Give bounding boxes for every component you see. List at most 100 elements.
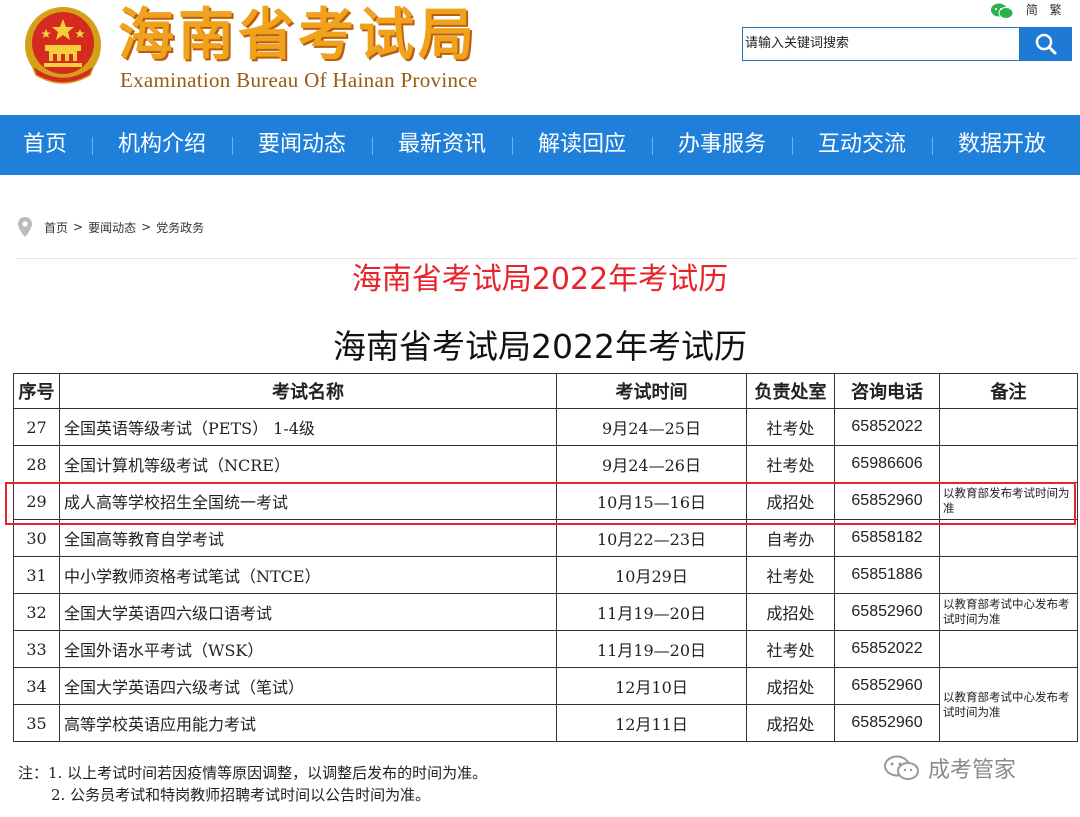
breadcrumb: 首页 > 要闻动态 > 党务政务 xyxy=(18,217,204,237)
document-title: 海南省考试局2022年考试历 xyxy=(333,327,747,366)
table-row: 28 全国计算机等级考试（NCRE） 9月24—26日 社考处 65986606 xyxy=(13,445,1078,483)
cell-office: 成招处 xyxy=(746,704,835,742)
wechat-icon[interactable] xyxy=(990,3,1014,19)
nav-divider xyxy=(792,137,793,155)
simplified-chinese-link[interactable]: 简 xyxy=(1026,3,1038,17)
nav-item-about[interactable]: 机构介绍 xyxy=(118,115,206,175)
cell-exam-time: 12月11日 xyxy=(556,704,747,742)
cell-note xyxy=(939,445,1078,483)
article-title: 海南省考试局2022年考试历 xyxy=(351,262,729,297)
nav-item-interpretation[interactable]: 解读回应 xyxy=(538,115,626,175)
site-title: 海南省考试局 xyxy=(118,2,478,68)
cell-phone: 65986606 xyxy=(834,445,940,483)
search-button[interactable] xyxy=(1020,27,1072,61)
nav-divider xyxy=(232,137,233,155)
nav-item-open-data[interactable]: 数据开放 xyxy=(958,115,1046,175)
cell-exam-time: 9月24—26日 xyxy=(556,445,747,483)
nav-item-news[interactable]: 要闻动态 xyxy=(258,115,346,175)
cell-phone: 65858182 xyxy=(834,519,940,557)
table-row: 35 高等学校英语应用能力考试 12月11日 成招处 65852960 xyxy=(13,704,1078,742)
cell-note xyxy=(939,630,1078,668)
cell-office: 社考处 xyxy=(746,445,835,483)
cell-exam-name: 中小学教师资格考试笔试（NTCE） xyxy=(59,556,557,594)
cell-no: 35 xyxy=(13,704,60,742)
table-row: 33 全国外语水平考试（WSK） 11月19—20日 社考处 65852022 xyxy=(13,630,1078,668)
cell-note xyxy=(939,519,1078,557)
site-header: 海南省考试局 Examination Bureau Of Hainan Prov… xyxy=(0,0,1080,115)
cell-office: 社考处 xyxy=(746,556,835,594)
cell-no: 32 xyxy=(13,593,60,631)
cell-exam-name: 全国英语等级考试（PETS） 1-4级 xyxy=(59,408,557,446)
location-pin-icon xyxy=(18,217,32,237)
footnote-2: 2. 公务员考试和特岗教师招聘考试时间以公告时间为准。 xyxy=(51,786,431,804)
breadcrumb-separator: > xyxy=(141,220,152,234)
nav-item-home[interactable]: 首页 xyxy=(23,115,67,175)
cell-office: 成招处 xyxy=(746,667,835,705)
table-row: 27 全国英语等级考试（PETS） 1-4级 9月24—25日 社考处 6585… xyxy=(13,408,1078,446)
table-row: 32 全国大学英语四六级口语考试 11月19—20日 成招处 65852960 … xyxy=(13,593,1078,631)
table-row: 31 中小学教师资格考试笔试（NTCE） 10月29日 社考处 65851886 xyxy=(13,556,1078,594)
nav-divider xyxy=(372,137,373,155)
cell-note: 以教育部考试中心发布考试时间为准 xyxy=(939,667,1078,742)
cell-office: 社考处 xyxy=(746,630,835,668)
breadcrumb-separator: > xyxy=(73,220,84,234)
cell-phone: 65851886 xyxy=(834,556,940,594)
cell-phone: 65852022 xyxy=(834,408,940,446)
breadcrumb-news[interactable]: 要闻动态 xyxy=(88,219,136,236)
traditional-chinese-link[interactable]: 繁 xyxy=(1050,3,1062,17)
cell-office: 社考处 xyxy=(746,408,835,446)
cell-phone: 65852960 xyxy=(834,593,940,631)
cell-note xyxy=(939,408,1078,446)
nav-divider xyxy=(652,137,653,155)
cell-phone: 65852022 xyxy=(834,630,940,668)
footnote-1: 注：1. 以上考试时间若因疫情等原因调整，以调整后发布的时间为准。 xyxy=(18,764,488,782)
search-input[interactable]: 请输入关键词搜索 xyxy=(742,27,1020,61)
header-phone: 咨询电话 xyxy=(834,373,940,409)
cell-no: 27 xyxy=(13,408,60,446)
cell-office: 成招处 xyxy=(746,593,835,631)
header-no: 序号 xyxy=(13,373,60,409)
header-note: 备注 xyxy=(939,373,1078,409)
header-exam-time: 考试时间 xyxy=(556,373,747,409)
watermark: 成考管家 xyxy=(882,752,1016,784)
language-switch: 简 繁 xyxy=(990,1,1062,19)
cell-exam-time: 11月19—20日 xyxy=(556,630,747,668)
breadcrumb-current[interactable]: 党务政务 xyxy=(156,219,204,236)
cell-no: 31 xyxy=(13,556,60,594)
cell-office: 自考办 xyxy=(746,519,835,557)
cell-exam-time: 11月19—20日 xyxy=(556,593,747,631)
watermark-text: 成考管家 xyxy=(928,758,1017,783)
nav-item-interaction[interactable]: 互动交流 xyxy=(818,115,906,175)
cell-note: 以教育部考试中心发布考试时间为准 xyxy=(939,593,1078,631)
main-nav: 首页 机构介绍 要闻动态 最新资讯 解读回应 办事服务 互动交流 数据开放 xyxy=(0,115,1080,175)
site-subtitle: Examination Bureau Of Hainan Province xyxy=(120,68,478,92)
cell-phone: 65852960 xyxy=(834,704,940,742)
divider-line xyxy=(16,258,1078,259)
nav-divider xyxy=(92,137,93,155)
cell-exam-name: 全国外语水平考试（WSK） xyxy=(59,630,557,668)
cell-exam-time: 9月24—25日 xyxy=(556,408,747,446)
cell-no: 28 xyxy=(13,445,60,483)
national-emblem-icon xyxy=(25,7,101,84)
nav-item-latest[interactable]: 最新资讯 xyxy=(398,115,486,175)
cell-no: 30 xyxy=(13,519,60,557)
highlight-box xyxy=(5,482,1076,525)
cell-exam-name: 全国大学英语四六级考试（笔试） xyxy=(59,667,557,705)
wechat-outline-icon xyxy=(884,755,919,780)
exam-schedule-table: 序号 考试名称 考试时间 负责处室 咨询电话 备注 27 全国英语等级考试（PE… xyxy=(13,373,1078,742)
footnotes: 注：1. 以上考试时间若因疫情等原因调整，以调整后发布的时间为准。 2. 公务员… xyxy=(18,762,487,806)
header-exam-name: 考试名称 xyxy=(59,373,557,409)
cell-exam-time: 12月10日 xyxy=(556,667,747,705)
cell-no: 34 xyxy=(13,667,60,705)
search-icon xyxy=(1035,33,1057,55)
table-header-row: 序号 考试名称 考试时间 负责处室 咨询电话 备注 xyxy=(13,373,1078,409)
cell-exam-name: 全国高等教育自学考试 xyxy=(59,519,557,557)
table-row: 34 全国大学英语四六级考试（笔试） 12月10日 成招处 65852960 以… xyxy=(13,667,1078,742)
cell-exam-time: 10月29日 xyxy=(556,556,747,594)
cell-phone: 65852960 xyxy=(834,667,940,705)
cell-exam-time: 10月22—23日 xyxy=(556,519,747,557)
breadcrumb-home[interactable]: 首页 xyxy=(44,219,68,236)
nav-item-services[interactable]: 办事服务 xyxy=(678,115,766,175)
cell-note xyxy=(939,556,1078,594)
header-office: 负责处室 xyxy=(746,373,835,409)
